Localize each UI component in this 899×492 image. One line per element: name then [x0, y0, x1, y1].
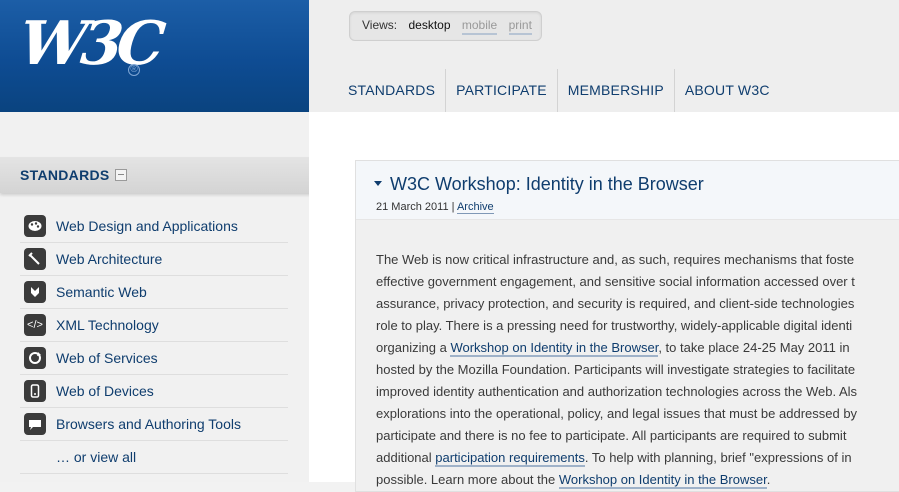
top-bar: Views: desktop mobile print STANDARDS PA…: [309, 0, 899, 112]
sidebar-item-web-of-services[interactable]: Web of Services: [20, 342, 288, 375]
article-header: W3C Workshop: Identity in the Browser 21…: [356, 161, 899, 220]
sidebar-item-web-architecture[interactable]: Web Architecture: [20, 243, 288, 276]
w3c-logo-area[interactable]: W3C ®: [0, 0, 309, 112]
body-text: The Web is now critical infrastructure a…: [376, 252, 855, 267]
collapse-toggle-icon[interactable]: [115, 169, 127, 181]
sidebar-item-label: Web of Services: [56, 350, 158, 366]
article-title-text[interactable]: W3C Workshop: Identity in the Browser: [390, 174, 704, 194]
body-line: improved identity authentication and aut…: [376, 381, 899, 403]
body-line: organizing a Workshop on Identity in the…: [376, 337, 899, 359]
tools-icon: [24, 248, 46, 270]
sidebar-item-label: Web of Devices: [56, 383, 154, 399]
body-line: hosted by the Mozilla Foundation. Partic…: [376, 359, 899, 381]
body-text: explorations into the operational, polic…: [376, 406, 858, 421]
body-text: assurance, privacy protection, and secur…: [376, 296, 855, 311]
xml-icon: </>: [24, 314, 46, 336]
body-text: improved identity authentication and aut…: [376, 384, 858, 399]
views-switcher: Views: desktop mobile print: [349, 11, 542, 41]
sidebar-item-web-design[interactable]: Web Design and Applications: [20, 210, 288, 243]
sidebar-item-semantic-web[interactable]: Semantic Web: [20, 276, 288, 309]
sidebar-item-label: XML Technology: [56, 317, 159, 333]
workshop-link-2[interactable]: Workshop on Identity in the Browser: [558, 472, 767, 489]
body-line: effective government engagement, and sen…: [376, 271, 899, 293]
sidebar-item-label: Browsers and Authoring Tools: [56, 416, 241, 432]
registered-mark: ®: [128, 64, 140, 76]
news-article: W3C Workshop: Identity in the Browser 21…: [355, 160, 899, 492]
body-text: possible. Learn more about the: [376, 472, 559, 487]
body-text: participate and there is no fee to parti…: [376, 428, 847, 443]
meta-separator: |: [451, 201, 455, 213]
article-body: The Web is now critical infrastructure a…: [376, 249, 899, 491]
body-line: additional participation requirements. T…: [376, 447, 899, 469]
view-desktop: desktop: [408, 18, 451, 32]
caret-down-icon: [374, 180, 382, 186]
services-icon: [24, 347, 46, 369]
views-label: Views:: [362, 18, 398, 32]
body-line: participate and there is no fee to parti…: [376, 425, 899, 447]
archive-link[interactable]: Archive: [456, 201, 494, 214]
body-text: effective government engagement, and sen…: [376, 274, 855, 289]
view-all-link[interactable]: … or view all: [20, 449, 136, 465]
body-text: hosted by the Mozilla Foundation. Partic…: [376, 362, 856, 377]
body-text: organizing a: [376, 340, 451, 355]
sidebar-view-all[interactable]: … or view all: [20, 441, 288, 474]
sidebar-item-label: Semantic Web: [56, 284, 147, 300]
w3c-logo[interactable]: W3C: [16, 9, 162, 79]
nav-standards[interactable]: STANDARDS: [338, 69, 445, 112]
sidebar-item-web-of-devices[interactable]: Web of Devices: [20, 375, 288, 408]
workshop-link[interactable]: Workshop on Identity in the Browser: [450, 340, 659, 357]
main-content: W3C Workshop: Identity in the Browser 21…: [309, 112, 899, 492]
participation-requirements-link[interactable]: participation requirements: [435, 450, 585, 467]
article-title[interactable]: W3C Workshop: Identity in the Browser: [374, 174, 704, 195]
sidebar-list: Web Design and Applications Web Architec…: [20, 210, 288, 474]
browser-icon: [24, 413, 46, 435]
article-meta: 21 March 2011 | Archive: [376, 201, 494, 214]
sidebar-item-xml-technology[interactable]: </> XML Technology: [20, 309, 288, 342]
device-icon: [24, 380, 46, 402]
body-line: explorations into the operational, polic…: [376, 403, 899, 425]
nav-participate[interactable]: PARTICIPATE: [445, 69, 557, 112]
nav-membership[interactable]: MEMBERSHIP: [556, 69, 674, 112]
palette-icon: [24, 215, 46, 237]
view-mobile-link[interactable]: mobile: [461, 18, 498, 35]
nav-about-w3c[interactable]: ABOUT W3C: [673, 69, 780, 112]
sidebar-item-browsers-authoring[interactable]: Browsers and Authoring Tools: [20, 408, 288, 441]
article-date: 21 March 2011: [376, 201, 449, 213]
sidebar-item-label: Web Design and Applications: [56, 218, 238, 234]
body-line: role to play. There is a pressing need f…: [376, 315, 899, 337]
view-print-link[interactable]: print: [508, 18, 532, 35]
body-line: assurance, privacy protection, and secur…: [376, 293, 899, 315]
sidebar-title: STANDARDS: [20, 167, 110, 183]
body-line: The Web is now critical infrastructure a…: [376, 249, 899, 271]
body-text: role to play. There is a pressing need f…: [376, 318, 853, 333]
main-navigation: STANDARDS PARTICIPATE MEMBERSHIP ABOUT W…: [338, 69, 780, 112]
sidebar-header: STANDARDS: [0, 157, 315, 193]
body-text: . To help with planning, brief "expressi…: [584, 450, 852, 465]
sidebar-item-label: Web Architecture: [56, 251, 163, 267]
body-text: additional: [376, 450, 436, 465]
body-text: .: [766, 472, 771, 487]
semantic-web-icon: [24, 281, 46, 303]
body-line: possible. Learn more about the Workshop …: [376, 469, 899, 491]
body-text: , to take place 24-25 May 2011 in: [658, 340, 850, 355]
